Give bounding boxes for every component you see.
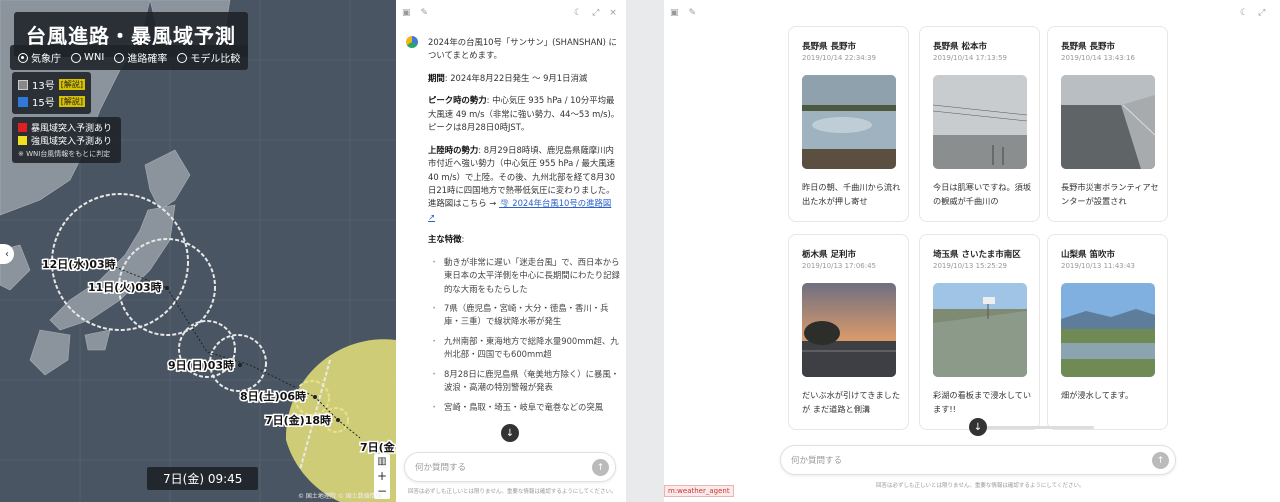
radio-icon: [114, 52, 125, 63]
disclaimer: 回答は必ずしも正しいとは限りません。重要な情報は確認するようにしてください。: [876, 483, 1085, 489]
window-gap: [626, 0, 664, 502]
radio-icon: [71, 52, 81, 63]
photo-report-pane: ▣ ✎ ☾ ⤢ 長野県 長野市 2019/10/14 22:34:39 昨日の朝…: [664, 0, 1280, 502]
list-item: 8月28日に鹿児島県（奄美地方除く）に暴風・波浪・高潮の特別警報が発表: [430, 368, 620, 395]
scroll-down-button[interactable]: ↓: [969, 418, 987, 436]
map-legend: 暴風域突入予測あり 強風域突入予測あり ※ WNI台風情報をもとに判定: [12, 117, 121, 163]
flooded-field-photo[interactable]: [1061, 283, 1155, 377]
arrow-down-icon: ↓: [505, 427, 515, 439]
photo-card[interactable]: 長野県 長野市 2019/10/14 13:43:16 長野市災害ボランティアセ…: [1047, 26, 1168, 222]
commentary-link[interactable]: [解説]: [58, 96, 85, 107]
radio-icon: [177, 52, 188, 63]
input-placeholder: 何か質問する: [415, 463, 467, 473]
features-list: 動きが非常に遅い「迷走台風」で、西日本から東日本の太平洋側を中心に長期間にわたり…: [430, 256, 620, 415]
flood-photo[interactable]: [802, 75, 896, 169]
arrow-down-icon: ↓: [973, 421, 983, 433]
period-text: 期間: 2024年8月22日発生 〜 9月1日消滅: [428, 72, 588, 83]
sidebar-icon[interactable]: ▣: [402, 8, 411, 18]
layer-icon[interactable]: ▥: [374, 454, 390, 469]
landfall-text: 上陸時の勢力: 8月29日8時頃、鹿児島県薩摩川内市付近へ強い勢力（中心気圧 9…: [428, 144, 616, 222]
forecast-label: 8日(土)06時: [240, 389, 306, 403]
radio-jma[interactable]: 気象庁: [18, 50, 61, 65]
yellow-swatch-icon: [18, 136, 27, 145]
storm-selector[interactable]: 13号 [解説] 15号 [解説]: [12, 72, 91, 114]
photo-card[interactable]: 長野県 長野市 2019/10/14 22:34:39 昨日の朝、千曲川から流れ…: [788, 26, 909, 222]
edit-icon[interactable]: ✎: [689, 8, 697, 18]
send-button[interactable]: ↑: [1152, 452, 1169, 469]
disclaimer: 回答は必ずしも正しいとは限りません。重要な情報は確認するようにしてください。: [408, 489, 617, 495]
moon-icon[interactable]: ☾: [1240, 8, 1248, 18]
radio-model-compare[interactable]: モデル比較: [177, 50, 240, 65]
photo-card[interactable]: 栃木県 足利市 2019/10/13 17:06:45 だいぶ水が引けてきました…: [788, 234, 909, 430]
radio-selected-icon: [18, 52, 28, 63]
storm-13-toggle[interactable]: 13号 [解説]: [18, 76, 85, 93]
storm-15-toggle[interactable]: 15号 [解説]: [18, 93, 85, 110]
send-button[interactable]: ↑: [592, 459, 609, 476]
list-item: 九州南部・東海地方で総降水量900mm超、九州北部・四国でも600mm超: [430, 335, 620, 362]
red-swatch-icon: [18, 123, 27, 132]
radio-wni[interactable]: WNI: [71, 52, 104, 63]
moon-icon[interactable]: ☾: [574, 8, 582, 18]
map-attribution: © 国土地理院 © 国土数値情報: [298, 493, 382, 500]
photo-card[interactable]: 長野県 松本市 2019/10/14 17:13:59 今日は肌寒いですね。須坂…: [919, 26, 1040, 222]
commentary-link[interactable]: [解説]: [58, 79, 85, 90]
forecast-label: 11日(火)03時: [88, 280, 162, 294]
chat-input[interactable]: 何か質問する ↑: [780, 445, 1176, 475]
typhoon-map-pane[interactable]: 12日(水)03時 11日(火)03時 9日(日)03時 8日(土)06時 7日…: [0, 0, 396, 502]
sky-photo[interactable]: [933, 75, 1027, 169]
horizontal-scrollbar[interactable]: [984, 426, 1094, 429]
assistant-avatar-icon: [406, 36, 418, 48]
forecast-label: 7日(金)18時: [265, 413, 331, 427]
send-icon: ↑: [1156, 455, 1165, 466]
edit-icon[interactable]: ✎: [421, 8, 429, 18]
send-icon: ↑: [596, 462, 605, 473]
map-time: 7日(金) 09:45: [147, 467, 259, 490]
list-item: 動きが非常に遅い「迷走台風」で、西日本から東日本の太平洋側を中心に長期間にわたり…: [430, 256, 620, 296]
input-placeholder: 何か質問する: [791, 456, 843, 466]
source-selector[interactable]: 気象庁 WNI 進路確率 モデル比較: [10, 45, 249, 70]
checkbox-icon[interactable]: [18, 79, 28, 90]
forecast-label: 12日(水)03時: [42, 257, 116, 271]
sunset-flood-photo[interactable]: [802, 283, 896, 377]
expand-icon[interactable]: ⤢: [1258, 8, 1265, 18]
agent-tag: m:weather_agent: [664, 485, 734, 497]
assistant-message: 2024年の台風10号「サンサン」(SHANSHAN) についてまとめます。 期…: [406, 36, 620, 420]
features-heading: 主な特徴:: [428, 234, 465, 245]
checkbox-checked-icon[interactable]: [18, 96, 28, 107]
scroll-down-button[interactable]: ↓: [501, 424, 519, 442]
close-icon[interactable]: ×: [609, 8, 617, 18]
list-item: 宮崎・鳥取・埼玉・岐阜で竜巻などの突風: [430, 401, 620, 415]
chat-pane: ▣ ✎ ☾ ⤢ × 2024年の台風10号「サンサン」(SHANSHAN) につ…: [396, 0, 626, 502]
radio-track-probability[interactable]: 進路確率: [114, 50, 167, 65]
forecast-label: 7日(金: [360, 440, 396, 454]
sidebar-icon[interactable]: ▣: [670, 8, 679, 18]
forecast-label: 9日(日)03時: [168, 358, 234, 372]
lake-sign-photo[interactable]: [933, 283, 1027, 377]
photo-card[interactable]: 山梨県 笛吹市 2019/10/13 11:43:43 畑が浸水してます。: [1047, 234, 1168, 430]
expand-icon[interactable]: ⤢: [592, 8, 599, 18]
flooded-road-photo[interactable]: [1061, 75, 1155, 169]
list-item: 7県（鹿児島・宮崎・大分・徳島・香川・兵庫・三重）で線状降水帯が発生: [430, 302, 620, 329]
photo-card[interactable]: 埼玉県 さいたま市南区 2019/10/13 15:25:29 彩湖の看板まで浸…: [919, 234, 1040, 430]
chat-input[interactable]: 何か質問する ↑: [404, 452, 616, 482]
peak-text: ピーク時の勢力: 中心気圧 935 hPa / 10分平均最大風速 49 m/s…: [428, 95, 620, 133]
zoom-in-button[interactable]: +: [374, 469, 390, 484]
intro-text: 2024年の台風10号「サンサン」(SHANSHAN) についてまとめます。: [428, 37, 617, 61]
